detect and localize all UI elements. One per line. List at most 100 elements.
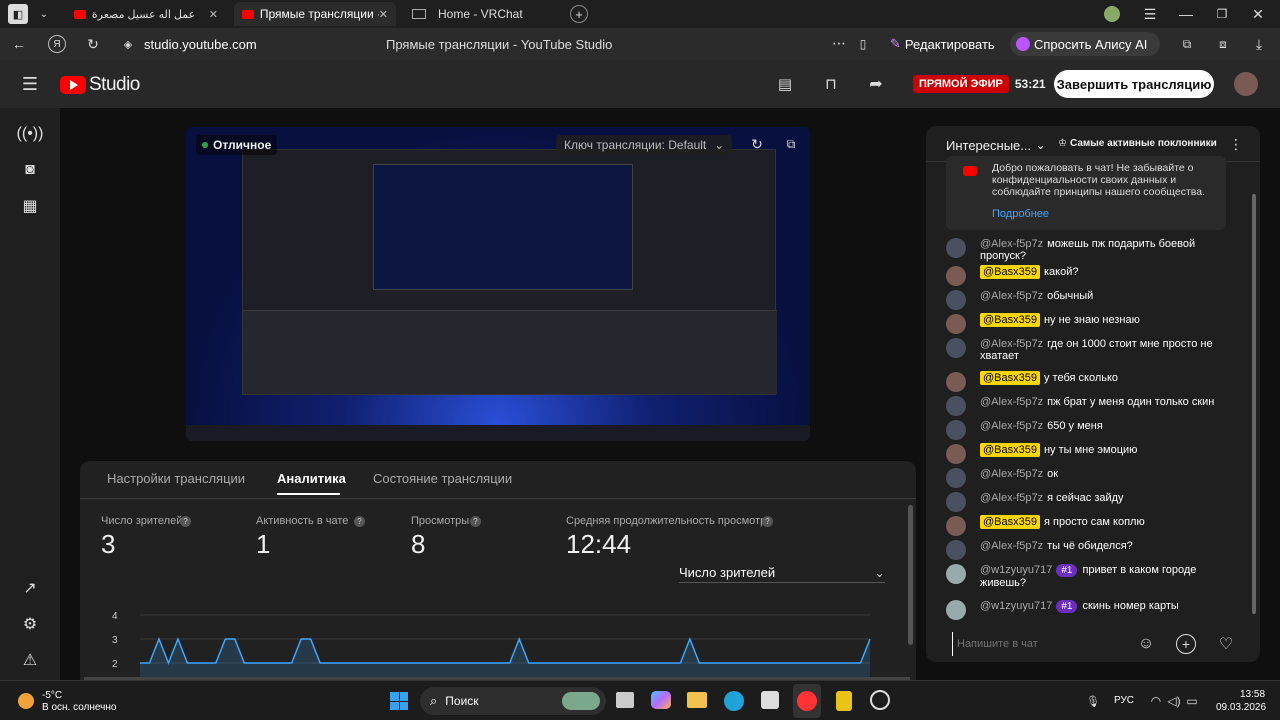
chat-author[interactable]: @Basx359 xyxy=(980,515,1040,529)
avatar[interactable] xyxy=(946,444,966,464)
channel-avatar[interactable] xyxy=(1234,72,1258,96)
chat-author[interactable]: @Alex-f5p7z xyxy=(980,540,1043,552)
stream-preview[interactable]: Отличное Ключ трансляции: Default ⌄ ↻ ⧉ xyxy=(186,127,810,441)
chat-author[interactable]: @Alex-f5p7z xyxy=(980,468,1043,480)
tab-stream-settings[interactable]: Настройки трансляции xyxy=(107,471,245,486)
tab-vrchat[interactable]: Home - VRChat xyxy=(404,2,564,26)
wifi-icon[interactable]: ◠ xyxy=(1148,692,1164,710)
refresh-icon[interactable]: ↻ xyxy=(748,135,766,153)
close-tab-icon[interactable]: ✕ xyxy=(209,8,218,21)
minimize-icon[interactable]: — xyxy=(1178,5,1194,23)
avatar[interactable] xyxy=(946,238,966,258)
more-icon[interactable]: ⋯ xyxy=(830,34,848,52)
yandex-browser-icon[interactable] xyxy=(793,684,821,718)
help-icon[interactable]: ? xyxy=(180,516,191,527)
avatar[interactable] xyxy=(946,290,966,310)
kebab-menu-icon[interactable]: ⋮ xyxy=(1228,135,1244,153)
collections-icon[interactable]: ⧈ xyxy=(1214,35,1232,53)
add-icon[interactable]: + xyxy=(1176,634,1196,654)
tab-live-streams[interactable]: Прямые трансляции · ✕ xyxy=(234,2,396,26)
tabs-dropdown-icon[interactable]: ⌄ xyxy=(36,5,52,23)
app-yellow-icon[interactable] xyxy=(836,691,852,711)
chat-author[interactable]: @Alex-f5p7z xyxy=(980,492,1043,504)
screenshot-icon[interactable]: ⧉ xyxy=(1178,35,1196,53)
feedback-icon[interactable]: ⚠ xyxy=(18,648,42,672)
tab-arabic-video[interactable]: عمل اله عسيل مصعرة ✕ xyxy=(66,2,226,26)
help-icon[interactable]: ? xyxy=(470,516,481,527)
menu-icon[interactable]: ☰ xyxy=(1142,5,1158,23)
back-icon[interactable]: ← xyxy=(10,35,28,53)
chat-author[interactable]: @Alex-f5p7z xyxy=(980,396,1043,408)
avatar[interactable] xyxy=(946,492,966,512)
avatar[interactable] xyxy=(946,516,966,536)
emoji-icon[interactable]: ☺ xyxy=(1136,634,1156,654)
battery-icon[interactable]: ▭ xyxy=(1184,692,1200,710)
metric-select[interactable]: Число зрителей ⌄ xyxy=(679,563,885,583)
open-external-icon[interactable]: ↗ xyxy=(18,576,42,600)
chat-author[interactable]: @Alex-f5p7z xyxy=(980,420,1043,432)
card-icon[interactable]: ▤ xyxy=(775,74,795,94)
chat-scrollbar[interactable] xyxy=(1252,194,1256,614)
task-view-icon[interactable] xyxy=(616,692,634,708)
chat-author[interactable]: @Basx359 xyxy=(980,443,1040,457)
taskbar-search[interactable]: ⌕ Поиск xyxy=(420,687,606,715)
heart-icon[interactable]: ♡ xyxy=(1216,634,1236,654)
ask-alice-button[interactable]: Спросить Алису AI xyxy=(1010,32,1160,56)
edit-button[interactable]: ✎ Редактировать xyxy=(884,32,1004,56)
chat-author[interactable]: @Alex-f5p7z xyxy=(980,338,1043,350)
tab-stream-health[interactable]: Состояние трансляции xyxy=(373,471,512,486)
chat-author[interactable]: @Basx359 xyxy=(980,371,1040,385)
yandex-icon[interactable]: Я xyxy=(48,35,66,53)
camera-icon[interactable]: ◙ xyxy=(18,158,42,182)
language-indicator[interactable]: РУС xyxy=(1114,695,1134,706)
end-stream-button[interactable]: Завершить трансляцию xyxy=(1054,70,1214,98)
chat-author[interactable]: @Basx359 xyxy=(980,265,1040,279)
calendar-icon[interactable]: ▦ xyxy=(18,194,42,218)
settings-gear-icon[interactable]: ⚙ xyxy=(18,612,42,636)
download-icon[interactable]: ⤓ xyxy=(1250,35,1268,53)
avatar[interactable] xyxy=(946,314,966,334)
tab-analytics[interactable]: Аналитика xyxy=(277,471,346,486)
windows-start-icon[interactable] xyxy=(390,692,408,710)
chat-input[interactable] xyxy=(952,632,1132,656)
address-url[interactable]: studio.youtube.com xyxy=(144,37,257,52)
file-explorer-icon[interactable] xyxy=(687,692,707,708)
profile-avatar[interactable] xyxy=(1104,6,1120,22)
avatar[interactable] xyxy=(946,540,966,560)
avatar[interactable] xyxy=(946,468,966,488)
edge-icon[interactable] xyxy=(724,691,744,711)
help-icon[interactable]: ? xyxy=(762,516,773,527)
close-tab-icon[interactable]: ✕ xyxy=(379,8,388,21)
chat-author[interactable]: @Alex-f5p7z xyxy=(980,290,1043,302)
reload-icon[interactable]: ↻ xyxy=(84,35,102,53)
hamburger-icon[interactable]: ☰ xyxy=(20,74,40,94)
site-info-icon[interactable]: ◈ xyxy=(120,36,136,52)
help-icon[interactable]: ? xyxy=(354,516,365,527)
chat-author[interactable]: @Basx359 xyxy=(980,313,1040,327)
obs-icon[interactable] xyxy=(870,690,890,710)
avatar[interactable] xyxy=(946,396,966,416)
chat-author[interactable]: @Alex-f5p7z xyxy=(980,238,1043,250)
close-window-icon[interactable]: ✕ xyxy=(1250,5,1266,23)
avatar[interactable] xyxy=(946,372,966,392)
volume-icon[interactable]: ◁) xyxy=(1166,692,1182,710)
copilot-icon[interactable] xyxy=(651,691,671,709)
copy-icon[interactable]: ⧉ xyxy=(782,135,800,153)
share-icon[interactable]: ➦ xyxy=(866,74,886,94)
bookmark-icon[interactable]: ⊓ xyxy=(821,74,841,94)
avatar[interactable] xyxy=(946,600,966,620)
browser-menu-icon[interactable]: ◧ xyxy=(8,4,28,24)
avatar[interactable] xyxy=(946,564,966,584)
maximize-icon[interactable]: ❐ xyxy=(1214,5,1230,23)
weather-widget[interactable]: -5°C В осн. солнечно xyxy=(16,689,126,715)
avatar[interactable] xyxy=(946,266,966,286)
live-stream-icon[interactable]: ((•)) xyxy=(17,122,44,146)
top-fans-button[interactable]: ♔ Самые активные поклонники xyxy=(1058,138,1217,149)
avatar[interactable] xyxy=(946,420,966,440)
store-icon[interactable] xyxy=(761,691,779,709)
stream-key-select[interactable]: Ключ трансляции: Default ⌄ xyxy=(556,135,733,155)
new-tab-icon[interactable]: + xyxy=(570,5,588,23)
studio-logo[interactable]: Studio xyxy=(60,74,140,96)
chat-author[interactable]: @w1zyuyu717 xyxy=(980,564,1052,576)
chat-mode-select[interactable]: Интересные... ⌄ xyxy=(946,137,1046,153)
